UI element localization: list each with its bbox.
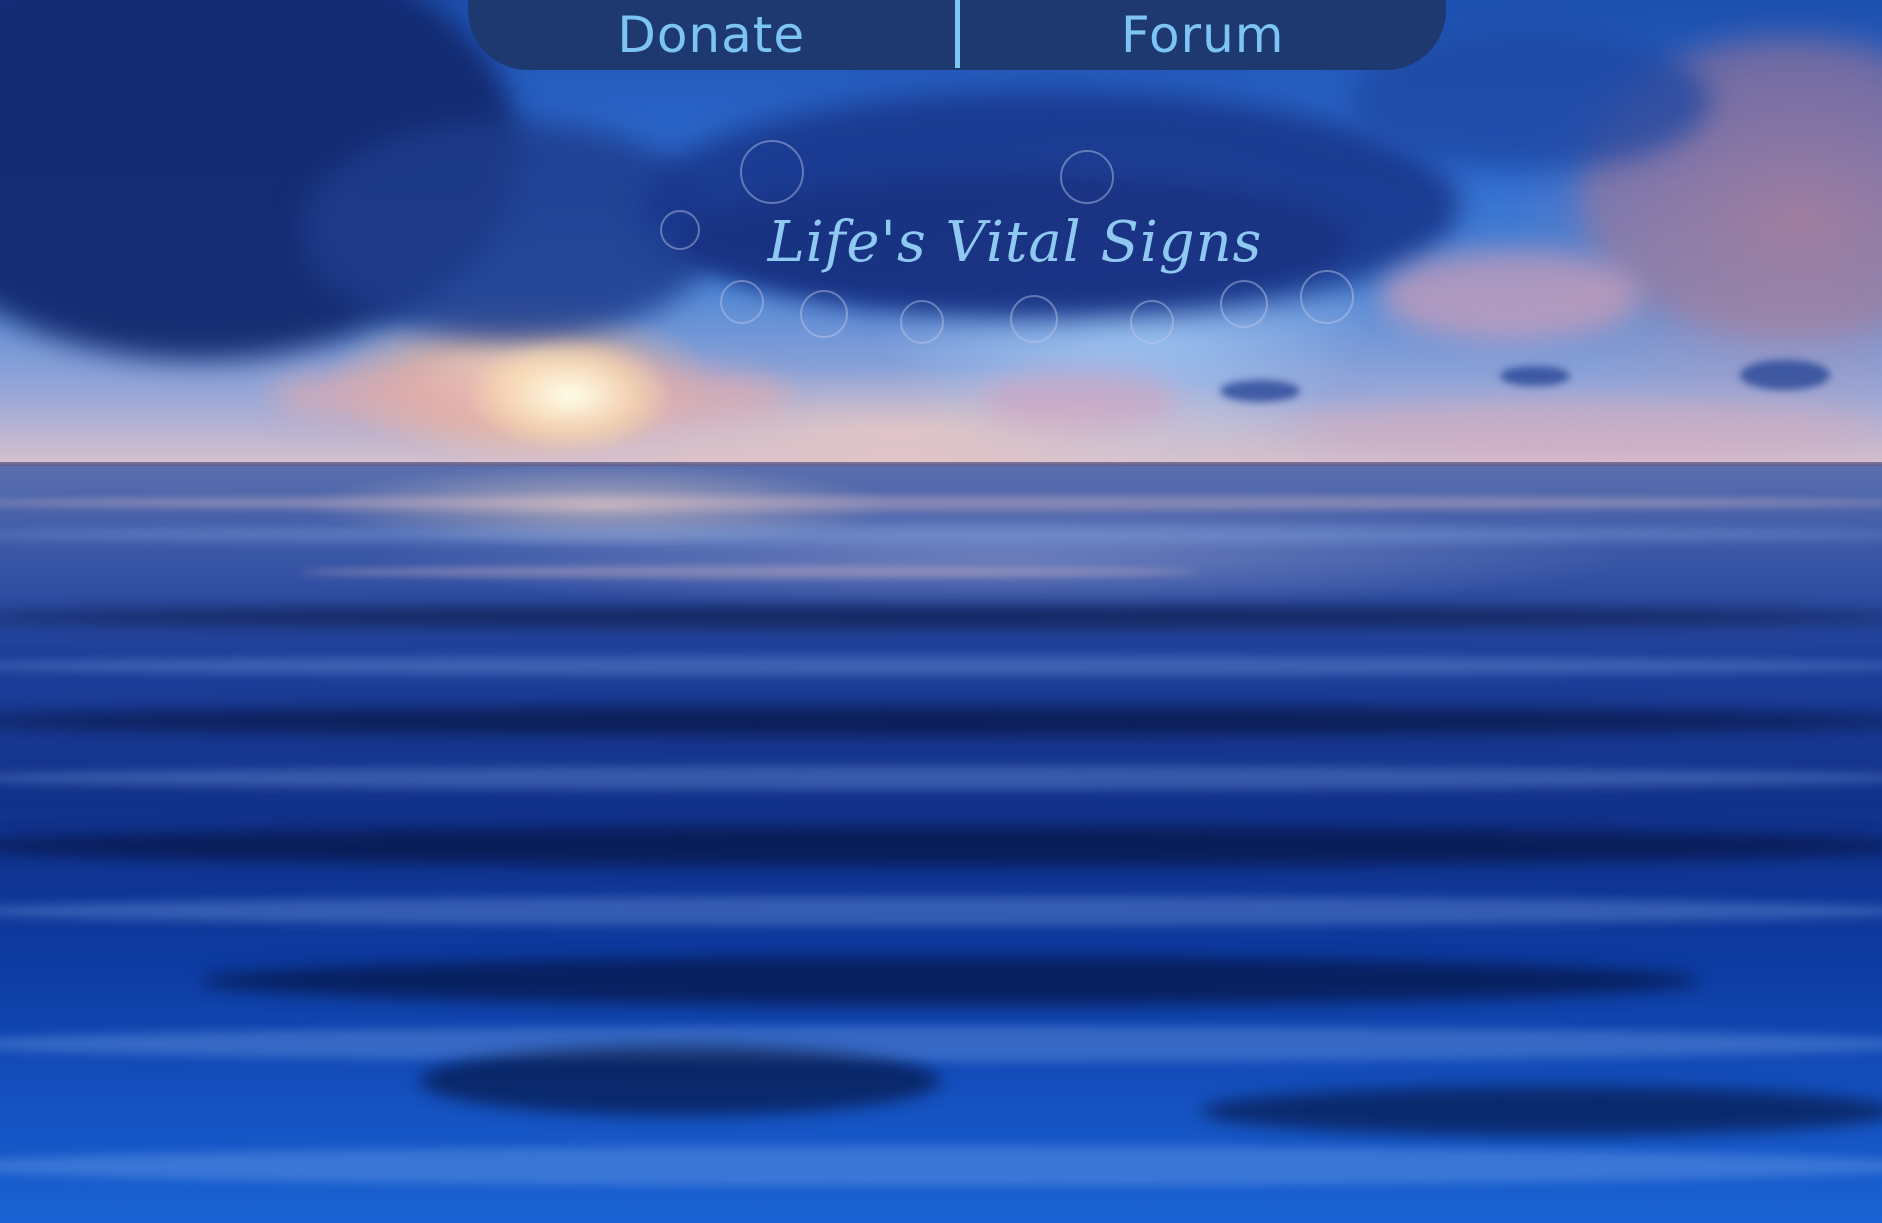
top-navigation: Donate Forum [468, 0, 1446, 70]
site-title[interactable]: Life's Vital Signs [660, 210, 1370, 275]
page: Donate Forum Life's Vital Signs [0, 0, 1882, 1223]
ripple [0, 706, 1882, 736]
swirl-decoration [1060, 150, 1114, 204]
ripple [0, 526, 1882, 544]
swirl-decoration [800, 290, 848, 338]
swirl-decoration [1130, 300, 1174, 344]
ripple [0, 896, 1882, 926]
ripple [0, 606, 1882, 628]
cloud [1220, 380, 1300, 402]
ripple [0, 826, 1882, 866]
ocean-background [0, 466, 1882, 1223]
cloud [1740, 360, 1830, 390]
cloud [980, 370, 1180, 430]
cloud [1500, 366, 1570, 386]
ripple [0, 656, 1882, 676]
nav-donate-link[interactable]: Donate [468, 0, 955, 70]
swirl-decoration [720, 280, 764, 324]
ripple [0, 496, 1882, 510]
sun-glow [470, 340, 670, 450]
ripple [0, 1146, 1882, 1186]
ripple [300, 566, 1200, 578]
swirl-decoration [900, 300, 944, 344]
ripple [200, 956, 1700, 1006]
swirl-decoration [1300, 270, 1354, 324]
site-title-badge: Life's Vital Signs [660, 140, 1370, 344]
swirl-decoration [1220, 280, 1268, 328]
ripple [0, 1026, 1882, 1062]
ripple [1200, 1086, 1882, 1136]
ripple [420, 1046, 940, 1116]
swirl-decoration [740, 140, 804, 204]
swirl-decoration [1010, 295, 1058, 343]
nav-forum-link[interactable]: Forum [960, 0, 1447, 70]
ripple [0, 766, 1882, 790]
cloud [1380, 250, 1640, 340]
cloud [1300, 400, 1880, 460]
